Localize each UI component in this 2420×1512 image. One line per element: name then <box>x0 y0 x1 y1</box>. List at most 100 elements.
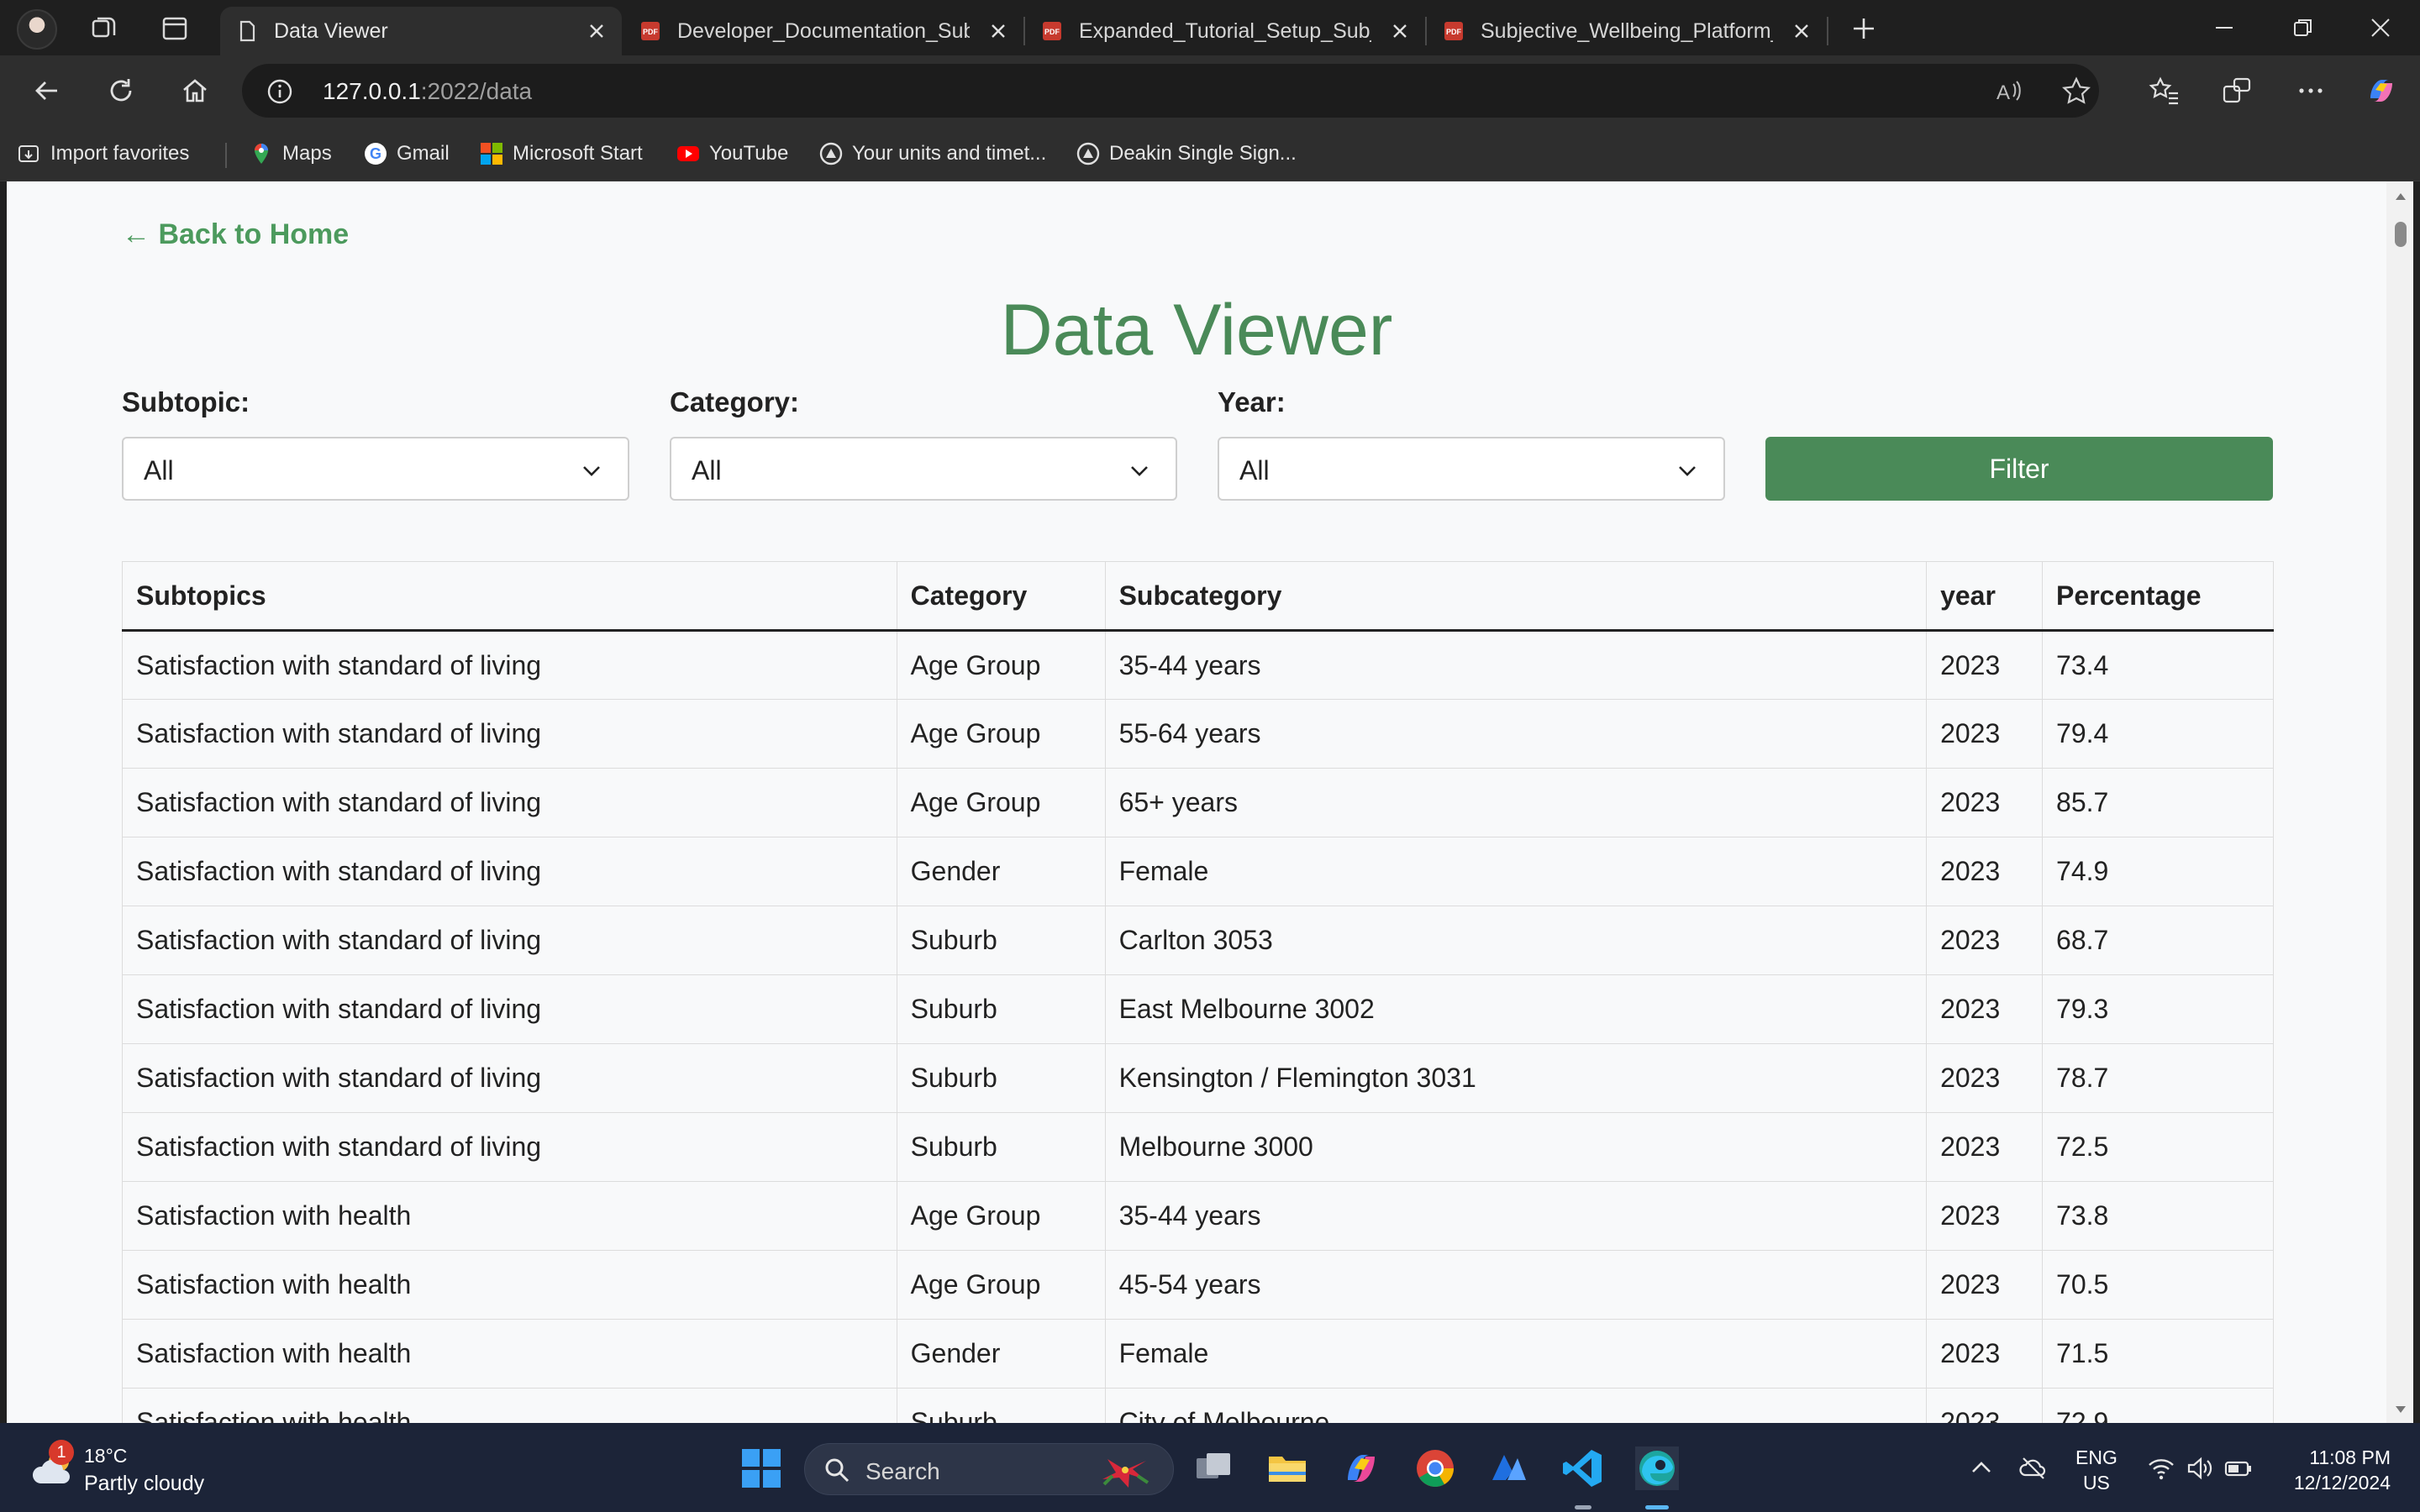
cell-subcategory: Carlton 3053 <box>1104 906 1928 975</box>
volume-icon[interactable] <box>2185 1453 2215 1483</box>
onedrive-offline-icon[interactable] <box>2018 1453 2049 1483</box>
chrome-icon[interactable] <box>1413 1446 1457 1490</box>
read-aloud-icon[interactable]: A <box>1993 76 2025 108</box>
cell-subcategory: Kensington / Flemington 3031 <box>1104 1043 1928 1113</box>
file-explorer-icon[interactable] <box>1265 1446 1309 1490</box>
restore-icon[interactable] <box>2265 0 2341 55</box>
scrollbar-thumb[interactable] <box>2395 222 2407 247</box>
vscode-icon[interactable] <box>1561 1446 1605 1490</box>
close-tab-icon[interactable] <box>983 16 1013 46</box>
new-tab-icon[interactable] <box>1844 10 1884 47</box>
cell-percentage: 72.9 <box>2042 1388 2274 1423</box>
favorite-star-icon[interactable] <box>2060 76 2092 108</box>
taskbar-search[interactable]: Search <box>804 1443 1174 1495</box>
favorite-deakin-sso[interactable]: Deakin Single Sign... <box>1076 137 1297 171</box>
cell-category: Suburb <box>896 1388 1106 1423</box>
address-bar[interactable]: 127.0.0.1:2022/data A <box>242 64 2099 118</box>
copilot-app-icon[interactable] <box>1339 1446 1383 1490</box>
cell-subcategory: Female <box>1104 1319 1928 1389</box>
filter-button[interactable]: Filter <box>1765 437 2273 501</box>
back-arrow-icon[interactable] <box>24 69 71 113</box>
column-header-subtopics[interactable]: Subtopics <box>122 561 897 632</box>
tab-developer-documentation[interactable]: PDF Developer_Documentation_Subjective_W… <box>623 7 1023 55</box>
edge-icon[interactable] <box>1635 1446 1679 1490</box>
task-view-icon[interactable] <box>1192 1446 1235 1490</box>
cell-category: Suburb <box>896 1043 1106 1113</box>
table-row: Satisfaction with standard of living Age … <box>122 630 2274 700</box>
page-title: Data Viewer <box>1000 290 1393 370</box>
favorite-import[interactable]: Import favorites <box>17 137 189 171</box>
cell-category: Suburb <box>896 906 1106 975</box>
cell-year: 2023 <box>1926 1043 2044 1113</box>
close-window-icon[interactable] <box>2343 0 2418 55</box>
scroll-up-icon[interactable] <box>2392 188 2409 205</box>
more-options-icon[interactable] <box>2287 69 2334 113</box>
google-icon: G <box>365 143 387 165</box>
weather-description: Partly cloudy <box>84 1472 205 1495</box>
back-to-home-link[interactable]: ← Back to Home <box>122 218 349 251</box>
close-tab-icon[interactable] <box>1385 16 1415 46</box>
battery-icon[interactable] <box>2223 1453 2254 1483</box>
import-icon <box>18 145 39 162</box>
cell-year: 2023 <box>1926 1319 2044 1389</box>
system-clock[interactable]: 11:08 PM 12/12/2024 <box>2290 1445 2391 1495</box>
cell-subcategory: 55-64 years <box>1104 699 1928 769</box>
cell-subcategory: City of Melbourne <box>1104 1388 1928 1423</box>
favorite-youtube[interactable]: YouTube <box>676 137 788 171</box>
workspaces-icon[interactable] <box>84 10 124 47</box>
favorites-divider <box>225 143 227 168</box>
weather-widget[interactable]: 1 18°C Partly cloudy <box>30 1440 249 1497</box>
favorite-microsoft-start[interactable]: Microsoft Start <box>479 137 643 171</box>
cell-subcategory: Female <box>1104 837 1928 906</box>
subtopic-select[interactable]: All <box>122 437 629 501</box>
column-header-percentage[interactable]: Percentage <box>2042 561 2274 632</box>
scroll-down-icon[interactable] <box>2392 1401 2409 1418</box>
site-info-icon[interactable] <box>266 77 294 106</box>
column-header-year[interactable]: year <box>1926 561 2044 632</box>
subtopic-label: Subtopic: <box>122 386 250 417</box>
profile-avatar[interactable] <box>17 9 57 50</box>
azure-data-studio-icon[interactable] <box>1487 1446 1531 1490</box>
search-label: Search <box>865 1458 940 1484</box>
favorite-maps[interactable]: Maps <box>249 137 332 171</box>
cell-subtopic: Satisfaction with health <box>122 1250 897 1320</box>
favorite-gmail[interactable]: G Gmail <box>363 137 450 171</box>
cell-subcategory: 65+ years <box>1104 768 1928 837</box>
cell-subtopic: Satisfaction with standard of living <box>122 1112 897 1182</box>
copilot-icon[interactable] <box>2358 69 2405 113</box>
svg-text:PDF: PDF <box>643 28 659 36</box>
home-icon[interactable] <box>171 69 218 113</box>
tab-data-viewer[interactable]: Data Viewer <box>220 7 622 55</box>
tab-actions-icon[interactable] <box>155 10 195 47</box>
cell-year: 2023 <box>1926 768 2044 837</box>
cell-percentage: 74.9 <box>2042 837 2274 906</box>
favorite-units-timetable[interactable]: Your units and timet... <box>818 137 1046 171</box>
favorites-icon[interactable] <box>2141 69 2188 113</box>
url-path: :2022/data <box>420 78 533 104</box>
tab-divider <box>1827 17 1828 45</box>
tab-user-guide[interactable]: PDF Subjective_Wellbeing_Platform_User_G… <box>1427 7 1827 55</box>
close-tab-icon[interactable] <box>581 16 612 46</box>
chevron-up-icon[interactable] <box>1966 1453 1996 1483</box>
cell-subcategory: 45-54 years <box>1104 1250 1928 1320</box>
page-scrollbar[interactable] <box>2386 181 2413 1423</box>
refresh-icon[interactable] <box>97 69 145 113</box>
column-header-subcategory[interactable]: Subcategory <box>1104 561 1928 632</box>
cell-year: 2023 <box>1926 1250 2044 1320</box>
close-tab-icon[interactable] <box>1786 16 1817 46</box>
cell-subtopic: Satisfaction with standard of living <box>122 837 897 906</box>
column-header-category[interactable]: Category <box>896 561 1106 632</box>
clock-date: 12/12/2024 <box>2293 1472 2391 1494</box>
category-select[interactable]: All <box>670 437 1177 501</box>
minimize-icon[interactable] <box>2186 0 2262 55</box>
favorite-label: Your units and timet... <box>852 142 1047 165</box>
tab-expanded-tutorial[interactable]: PDF Expanded_Tutorial_Setup_Subjective_W… <box>1025 7 1425 55</box>
windows-start-icon[interactable] <box>739 1446 783 1490</box>
clock-time: 11:08 PM <box>2309 1446 2391 1468</box>
collections-icon[interactable] <box>2213 69 2260 113</box>
year-select[interactable]: All <box>1218 437 1725 501</box>
wifi-icon[interactable] <box>2146 1453 2176 1483</box>
input-language[interactable]: ENG US <box>2075 1445 2118 1495</box>
deakin-icon <box>819 142 843 165</box>
table-row: Satisfaction with health Suburb City of Me… <box>122 1388 2274 1423</box>
